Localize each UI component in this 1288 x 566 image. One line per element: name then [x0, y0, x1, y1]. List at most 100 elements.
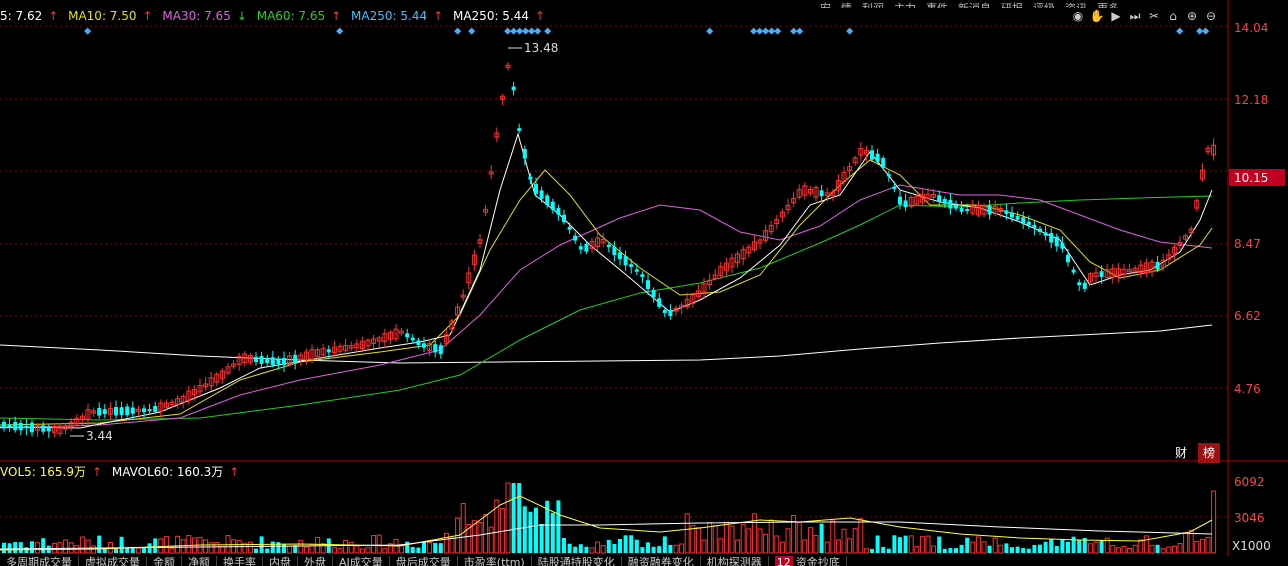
indicator-tab[interactable]: 机构探测器 — [701, 556, 769, 566]
volume-bar — [612, 544, 617, 553]
volume-bar — [668, 544, 673, 553]
signal-marker — [706, 27, 714, 35]
vol5-line — [0, 495, 1213, 551]
volume-bar — [208, 542, 214, 554]
volume-bar — [163, 536, 169, 554]
volume-bar — [584, 546, 589, 553]
signal-marker — [534, 27, 542, 35]
volume-bar — [992, 537, 998, 554]
volume-bar — [578, 544, 583, 553]
candlesticks — [2, 62, 1217, 438]
kline-chart[interactable]: 14.04 12.18 10.15 8.47 6.62 4.76 6092 30… — [0, 0, 1288, 566]
indicator-tab[interactable]: 金额 — [147, 556, 182, 566]
indicator-tab[interactable]: 融资融券变化 — [622, 556, 701, 566]
volume-bar — [1038, 544, 1042, 553]
volume-bar — [488, 526, 494, 554]
volume-bar — [701, 539, 707, 554]
volume-bar — [180, 539, 186, 554]
volume-bar — [898, 537, 902, 553]
volume-bar — [343, 539, 349, 554]
indicator-tab[interactable]: 盘后成交量 — [390, 556, 458, 566]
volume-bars — [2, 482, 1217, 554]
indicator-tab[interactable]: 净额 — [182, 556, 217, 566]
volume-bar — [477, 521, 483, 554]
volume-bar — [135, 547, 141, 554]
volume-bar — [158, 538, 164, 554]
volume-bar — [841, 528, 847, 554]
indicator-tab[interactable]: 虚拟成交量 — [79, 556, 147, 566]
volume-bar — [634, 539, 639, 553]
indicator-tab[interactable]: 12 资金抄底 — [769, 556, 847, 566]
volume-bar — [153, 538, 158, 553]
volume-bar — [573, 546, 578, 553]
volume-bar — [528, 511, 533, 553]
volume-bar — [886, 548, 891, 553]
volume-bar — [449, 537, 455, 554]
volume-bar — [438, 543, 443, 553]
volume-bar — [679, 543, 685, 554]
volume-bar — [35, 542, 41, 554]
indicator-tab[interactable]: 市盈率(ttm) — [458, 556, 532, 566]
volume-bar — [807, 527, 813, 554]
volume-bar — [1143, 535, 1149, 554]
volume-bar — [1166, 546, 1172, 554]
volume-bar — [1071, 536, 1076, 553]
volume-bar — [1194, 540, 1200, 554]
ma5-line — [0, 132, 1213, 429]
volume-bar — [1110, 545, 1116, 554]
volume-bar — [796, 522, 802, 554]
indicator-tab[interactable]: 外盘 — [298, 556, 333, 566]
volume-bar — [937, 536, 942, 553]
volume-bar — [948, 548, 953, 553]
volume-bar — [763, 533, 769, 554]
volume-bar — [315, 536, 321, 554]
volume-bar — [567, 543, 572, 553]
volume-bar — [830, 520, 836, 554]
price-label: 6.62 — [1234, 309, 1261, 323]
indicator-tab[interactable]: AI成交量 — [333, 556, 390, 566]
volume-bar — [539, 523, 544, 553]
volume-bar — [460, 503, 466, 554]
volume-bar — [757, 528, 763, 554]
ma250-line — [0, 324, 1213, 364]
volume-bar — [768, 519, 774, 554]
volume-bar — [320, 543, 326, 554]
volume-bar — [819, 523, 824, 553]
volume-bar — [1087, 543, 1093, 554]
price-label: 14.04 — [1234, 21, 1268, 35]
indicator-tab[interactable]: 内盘 — [263, 556, 298, 566]
volume-bar — [443, 532, 449, 554]
volume-bar — [270, 541, 275, 553]
volume-bar — [646, 542, 650, 553]
volume-bar — [376, 534, 382, 554]
volume-bar — [1177, 543, 1183, 554]
signal-marker — [846, 27, 854, 35]
signal-marker — [796, 27, 804, 35]
volume-bar — [147, 543, 152, 553]
volume-bar — [657, 546, 662, 553]
volume-bar — [422, 541, 426, 553]
indicator-tab[interactable]: 多周期成交量 — [0, 556, 79, 566]
volume-bar — [1077, 539, 1082, 553]
volume-bar — [13, 542, 18, 553]
volume-bar — [779, 541, 785, 554]
volume-bar — [589, 547, 595, 554]
indicator-tab[interactable]: 换手率 — [217, 556, 263, 566]
volume-bar — [30, 541, 34, 553]
indicator-tab[interactable]: 陆股通持股变化 — [532, 556, 622, 566]
volume-bar — [1199, 538, 1205, 554]
signal-marker — [84, 27, 92, 35]
volume-bar — [847, 538, 853, 554]
volume-bar — [1015, 546, 1020, 553]
volume-bar — [1060, 539, 1065, 553]
volume-bar — [1066, 541, 1070, 553]
volume-bar — [623, 535, 628, 553]
finance-badge[interactable]: 财 — [1170, 443, 1192, 463]
price-label: 8.47 — [1234, 237, 1261, 251]
volume-bar — [534, 507, 538, 553]
rank-badge[interactable]: 榜 — [1198, 443, 1220, 463]
volume-bar — [673, 544, 679, 554]
volume-label: 6092 — [1234, 475, 1265, 489]
volume-bar — [18, 542, 23, 553]
volume-bar — [684, 513, 690, 554]
